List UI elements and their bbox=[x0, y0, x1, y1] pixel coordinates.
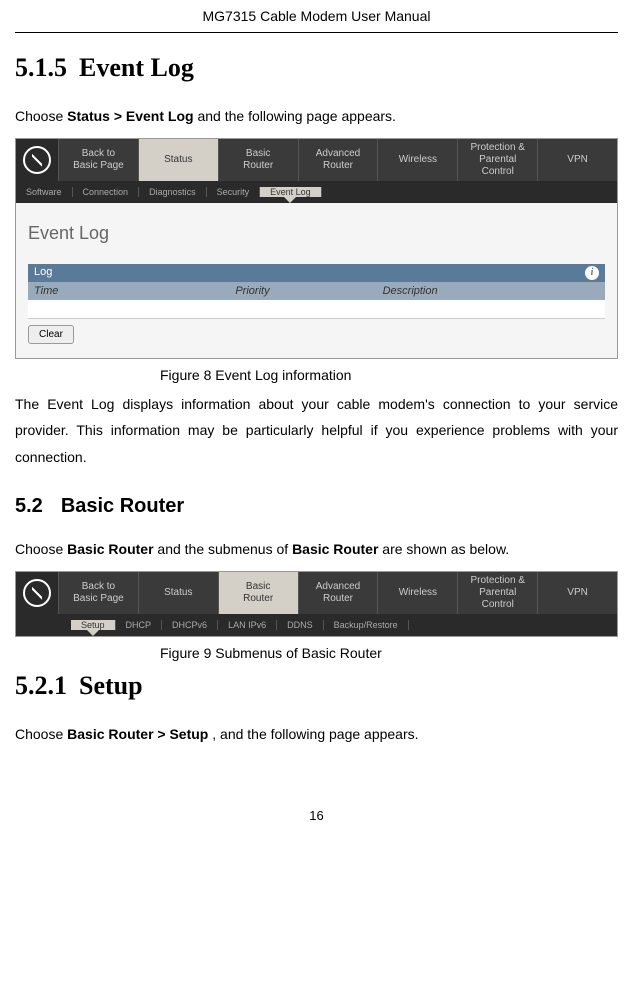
nav-basic-router[interactable]: Basic Router bbox=[218, 139, 298, 181]
clear-button[interactable]: Clear bbox=[28, 325, 74, 344]
figure-9-screenshot: Back to Basic Page Status Basic Router A… bbox=[15, 571, 618, 637]
subnav-setup[interactable]: Setup bbox=[71, 620, 116, 630]
subnav-software[interactable]: Software bbox=[16, 187, 73, 197]
bold: Basic Router bbox=[67, 541, 153, 557]
text: Choose bbox=[15, 108, 67, 124]
col-time: Time bbox=[28, 285, 229, 297]
nav-vpn[interactable]: VPN bbox=[537, 139, 617, 181]
heading-5.2.1: 5.2.1 Setup bbox=[15, 671, 618, 701]
subnav-diagnostics[interactable]: Diagnostics bbox=[139, 187, 207, 197]
col-description: Description bbox=[377, 285, 605, 297]
log-table-body bbox=[28, 300, 605, 319]
nav-vpn[interactable]: VPN bbox=[537, 572, 617, 614]
figure-8-caption: Figure 8 Event Log information bbox=[160, 367, 618, 383]
intro-paragraph-515: Choose Status > Event Log and the follow… bbox=[15, 103, 618, 130]
subnav-backup[interactable]: Backup/Restore bbox=[324, 620, 409, 630]
nav-basic-router[interactable]: Basic Router bbox=[218, 572, 298, 614]
nav-status[interactable]: Status bbox=[138, 572, 218, 614]
sub-nav: Setup DHCP DHCPv6 LAN IPv6 DDNS Backup/R… bbox=[16, 614, 617, 636]
nav-wireless[interactable]: Wireless bbox=[377, 572, 457, 614]
figure-8-screenshot: Back to Basic Page Status Basic Router A… bbox=[15, 138, 618, 359]
page-title: Event Log bbox=[28, 223, 605, 244]
section-number: 5.2 bbox=[15, 495, 43, 518]
subnav-connection[interactable]: Connection bbox=[73, 187, 140, 197]
figure-9-caption: Figure 9 Submenus of Basic Router bbox=[160, 645, 618, 661]
subnav-dhcp[interactable]: DHCP bbox=[116, 620, 163, 630]
heading-5.1.5: 5.1.5 Event Log bbox=[15, 53, 618, 83]
bold-path: Basic Router > Setup bbox=[67, 726, 208, 742]
sub-nav: Software Connection Diagnostics Security… bbox=[16, 181, 617, 203]
nav-advanced-router[interactable]: Advanced Router bbox=[298, 572, 378, 614]
paragraph-event-log-desc: The Event Log displays information about… bbox=[15, 391, 618, 471]
section-title: Setup bbox=[79, 671, 143, 700]
nav-wireless[interactable]: Wireless bbox=[377, 139, 457, 181]
nav-protection[interactable]: Protection & Parental Control bbox=[457, 139, 537, 181]
log-label: Log bbox=[34, 266, 52, 280]
subnav-security[interactable]: Security bbox=[207, 187, 261, 197]
subnav-ddns[interactable]: DDNS bbox=[277, 620, 324, 630]
subnav-dhcpv6[interactable]: DHCPv6 bbox=[162, 620, 218, 630]
col-priority: Priority bbox=[229, 285, 376, 297]
content-area: Event Log Log i Time Priority Descriptio… bbox=[16, 203, 617, 358]
nav-status[interactable]: Status bbox=[138, 139, 218, 181]
motorola-logo bbox=[16, 139, 58, 181]
section-number: 5.2.1 bbox=[15, 671, 67, 701]
motorola-logo bbox=[16, 572, 58, 614]
text: and the following page appears. bbox=[194, 108, 396, 124]
intro-paragraph-52: Choose Basic Router and the submenus of … bbox=[15, 536, 618, 563]
main-nav: Back to Basic Page Status Basic Router A… bbox=[16, 139, 617, 181]
nav-advanced-router[interactable]: Advanced Router bbox=[298, 139, 378, 181]
intro-paragraph-521: Choose Basic Router > Setup , and the fo… bbox=[15, 721, 618, 748]
nav-back[interactable]: Back to Basic Page bbox=[58, 572, 138, 614]
bold-path: Status > Event Log bbox=[67, 108, 193, 124]
main-nav: Back to Basic Page Status Basic Router A… bbox=[16, 572, 617, 614]
nav-back[interactable]: Back to Basic Page bbox=[58, 139, 138, 181]
section-number: 5.1.5 bbox=[15, 53, 67, 83]
log-label-bar: Log i bbox=[28, 264, 605, 282]
text: Choose bbox=[15, 726, 67, 742]
subnav-lanipv6[interactable]: LAN IPv6 bbox=[218, 620, 277, 630]
nav-protection[interactable]: Protection & Parental Control bbox=[457, 572, 537, 614]
text: and the submenus of bbox=[154, 541, 293, 557]
info-icon[interactable]: i bbox=[585, 266, 599, 280]
section-title: Basic Router bbox=[61, 495, 184, 517]
page-number: 16 bbox=[15, 808, 618, 838]
subnav-eventlog[interactable]: Event Log bbox=[260, 187, 322, 197]
heading-5.2: 5.2 Basic Router bbox=[15, 495, 618, 518]
text: are shown as below. bbox=[378, 541, 509, 557]
text: Choose bbox=[15, 541, 67, 557]
document-header: MG7315 Cable Modem User Manual bbox=[15, 0, 618, 33]
bold: Basic Router bbox=[292, 541, 378, 557]
text: , and the following page appears. bbox=[208, 726, 418, 742]
section-title: Event Log bbox=[79, 53, 194, 82]
log-table-headers: Time Priority Description bbox=[28, 282, 605, 300]
